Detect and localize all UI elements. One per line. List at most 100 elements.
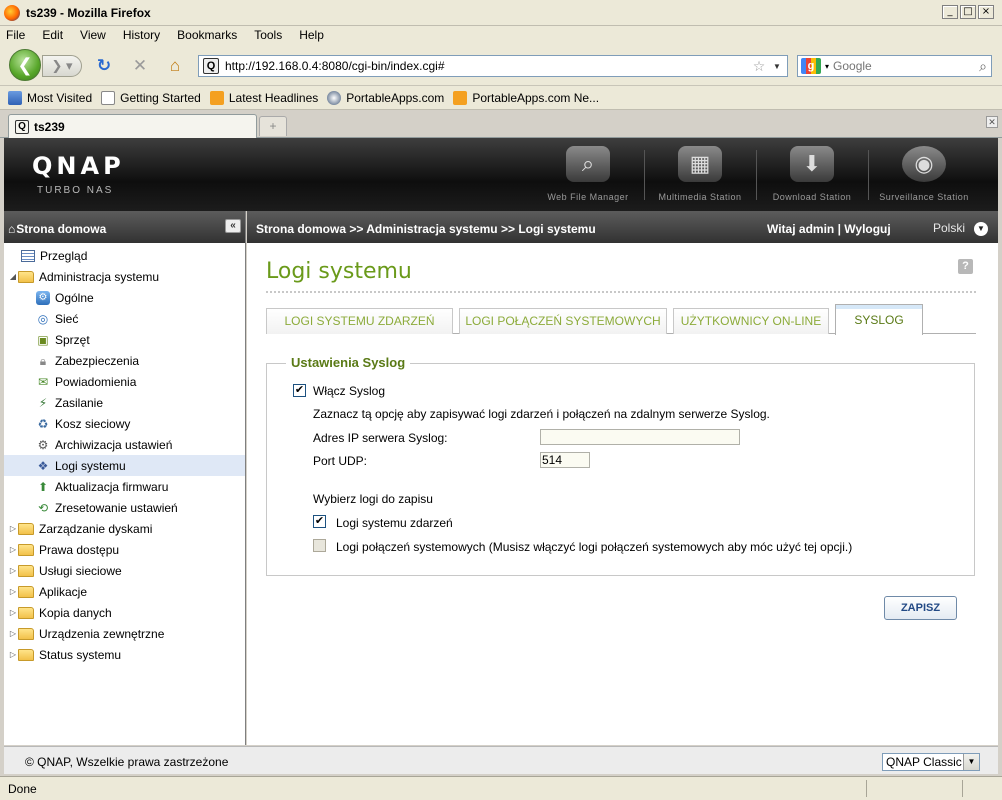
download-station-link[interactable]: ⬇ Download Station <box>762 146 862 206</box>
tab-syslog[interactable]: SYSLOG <box>835 304 923 335</box>
connection-logs-checkbox[interactable] <box>313 539 326 552</box>
forward-button[interactable]: ❯ ▾ <box>42 55 82 77</box>
folder-icon <box>18 649 34 661</box>
qnap-subtitle: Turbo NAS <box>37 185 114 196</box>
event-logs-checkbox[interactable]: ✔ <box>313 515 326 528</box>
notification-icon: ✉ <box>37 374 49 389</box>
language-label[interactable]: Polski <box>933 221 965 235</box>
sidebar-item-zresetowanie[interactable]: ⟲ Zresetowanie ustawień <box>4 497 245 518</box>
sidebar-item-aktualizacja[interactable]: ⬆ Aktualizacja firmwaru <box>4 476 245 497</box>
expand-arrow-icon[interactable]: ▷ <box>8 545 18 554</box>
sidebar-item-urzadzenia-zewnetrzne[interactable]: ▷ Urządzenia zewnętrzne <box>4 623 245 644</box>
syslog-ip-input[interactable] <box>540 429 740 445</box>
expand-arrow-icon[interactable]: ▷ <box>8 587 18 596</box>
surveillance-station-link[interactable]: ◉ Surveillance Station <box>874 146 974 206</box>
sidebar-item-label: Usługi sieciowe <box>39 563 122 578</box>
enable-syslog-checkbox[interactable]: ✔ <box>293 384 306 397</box>
search-bar[interactable]: g ▾ ⌕ <box>797 55 992 77</box>
sidebar-item-status-systemu[interactable]: ▷ Status systemu <box>4 644 245 665</box>
udp-port-input[interactable]: 514 <box>540 452 590 468</box>
theme-select[interactable]: QNAP Classic ▼ <box>882 753 980 771</box>
sidebar-item-siec[interactable]: ◎ Sieć <box>4 308 245 329</box>
bookmark-latest-headlines[interactable]: Latest Headlines <box>209 90 319 105</box>
web-file-manager-link[interactable]: ⌕ Web File Manager <box>538 146 638 206</box>
sidebar-item-zabezpieczenia[interactable]: 🔒︎ Zabezpieczenia <box>4 350 245 371</box>
sidebar-item-archiwizacja[interactable]: ⚙ Archiwizacja ustawień <box>4 434 245 455</box>
bookmark-portableapps[interactable]: PortableApps.com <box>327 90 444 105</box>
tab-logi-zdarzen[interactable]: LOGI SYSTEMU ZDARZEŃ <box>266 308 453 334</box>
back-button[interactable]: ❮ <box>9 49 41 81</box>
syslog-settings-panel: Ustawienia Syslog ✔ Włącz Syslog Zaznacz… <box>266 355 975 576</box>
stop-icon[interactable]: ✕ <box>130 57 150 75</box>
expand-arrow-icon[interactable]: ▷ <box>8 524 18 533</box>
collapse-arrow-icon[interactable]: ◢ <box>8 272 18 281</box>
search-input[interactable] <box>833 59 974 73</box>
google-icon[interactable]: g <box>801 58 821 74</box>
sidebar-item-przeglad[interactable]: Przegląd <box>4 245 245 266</box>
url-text[interactable]: http://192.168.0.4:8080/cgi-bin/index.cg… <box>225 59 751 73</box>
logout-link[interactable]: Wyloguj <box>844 222 890 236</box>
sidebar-item-ogolne[interactable]: ⚙ Ogólne <box>4 287 245 308</box>
close-button[interactable]: × <box>978 5 994 19</box>
reset-icon: ⟲ <box>37 500 49 515</box>
url-bar[interactable]: Q http://192.168.0.4:8080/cgi-bin/index.… <box>198 55 788 77</box>
multimedia-station-link[interactable]: ▦ Multimedia Station <box>650 146 750 206</box>
save-button[interactable]: ZAPISZ <box>884 596 957 620</box>
power-icon: ⚡ <box>38 395 48 410</box>
menu-view[interactable]: View <box>80 28 106 42</box>
bookmark-portableapps-news[interactable]: PortableApps.com Ne... <box>453 90 599 105</box>
sidebar-item-uslugi-sieciowe[interactable]: ▷ Usługi sieciowe <box>4 560 245 581</box>
sidebar-item-aplikacje[interactable]: ▷ Aplikacje <box>4 581 245 602</box>
sidebar-item-label: Zasilanie <box>55 395 104 410</box>
home-icon[interactable]: ⌂ <box>165 57 185 75</box>
help-icon[interactable]: ? <box>958 259 973 274</box>
window-controls: _ □ × <box>942 5 994 19</box>
bookmark-most-visited[interactable]: Most Visited <box>8 90 92 105</box>
expand-arrow-icon[interactable]: ▷ <box>8 629 18 638</box>
sidebar-item-zasilanie[interactable]: ⚡ Zasilanie <box>4 392 245 413</box>
collapse-sidebar-icon[interactable]: « <box>225 219 241 233</box>
expand-arrow-icon[interactable]: ▷ <box>8 608 18 617</box>
status-text: Done <box>8 782 37 796</box>
browser-tab[interactable]: Q ts239 <box>8 114 257 138</box>
user-separator: | <box>837 222 841 236</box>
sidebar-item-prawa-dostepu[interactable]: ▷ Prawa dostępu <box>4 539 245 560</box>
sidebar-item-sprzet[interactable]: ▣ Sprzęt <box>4 329 245 350</box>
sidebar-item-label: Logi systemu <box>55 458 126 473</box>
sidebar-item-logi-systemu[interactable]: ❖ Logi systemu <box>4 455 245 476</box>
menu-tools[interactable]: Tools <box>254 28 282 42</box>
sidebar-item-kopia-danych[interactable]: ▷ Kopia danych <box>4 602 245 623</box>
search-magnifier-icon[interactable]: ⌕ <box>979 58 987 75</box>
menu-help[interactable]: Help <box>299 28 324 42</box>
expand-arrow-icon[interactable]: ▷ <box>8 650 18 659</box>
bookmark-getting-started[interactable]: Getting Started <box>101 90 201 105</box>
maximize-button[interactable]: □ <box>960 5 976 19</box>
sidebar-item-powiadomienia[interactable]: ✉ Powiadomienia <box>4 371 245 392</box>
sidebar-item-zarzadzanie-dyskami[interactable]: ▷ Zarządzanie dyskami <box>4 518 245 539</box>
menu-edit[interactable]: Edit <box>42 28 63 42</box>
theme-dropdown-icon[interactable]: ▼ <box>963 754 979 770</box>
log-tabs: LOGI SYSTEMU ZDARZEŃ LOGI POŁĄCZEŃ SYSTE… <box>266 304 976 335</box>
sidebar-item-label: Prawa dostępu <box>39 542 120 557</box>
sidebar-item-administracja[interactable]: ◢ Administracja systemu <box>4 266 245 287</box>
menu-file[interactable]: File <box>6 28 25 42</box>
welcome-text: Witaj admin <box>767 222 835 236</box>
home-small-icon: ⌂ <box>8 222 16 236</box>
close-tab-icon[interactable]: ✕ <box>986 116 998 128</box>
expand-arrow-icon[interactable]: ▷ <box>8 566 18 575</box>
bookmark-star-icon[interactable]: ☆ <box>751 58 767 75</box>
url-dropdown-icon[interactable]: ▼ <box>773 62 783 71</box>
minimize-button[interactable]: _ <box>942 5 958 19</box>
tab-logi-polaczen[interactable]: LOGI POŁĄCZEŃ SYSTEMOWYCH <box>459 308 667 334</box>
bookmark-label: Latest Headlines <box>228 90 319 105</box>
new-tab-button[interactable]: + <box>259 116 287 136</box>
content-header: Strona domowa >> Administracja systemu >… <box>247 211 998 243</box>
sidebar-item-kosz[interactable]: ♻ Kosz sieciowy <box>4 413 245 434</box>
language-dropdown-icon[interactable]: ▼ <box>974 222 988 236</box>
search-engine-dropdown-icon[interactable]: ▾ <box>825 62 829 71</box>
reload-icon[interactable]: ↻ <box>94 57 114 75</box>
overview-icon <box>21 249 35 262</box>
menu-history[interactable]: History <box>123 28 160 42</box>
menu-bookmarks[interactable]: Bookmarks <box>177 28 237 42</box>
tab-uzytkownicy-online[interactable]: UŻYTKOWNICY ON-LINE <box>673 308 829 334</box>
